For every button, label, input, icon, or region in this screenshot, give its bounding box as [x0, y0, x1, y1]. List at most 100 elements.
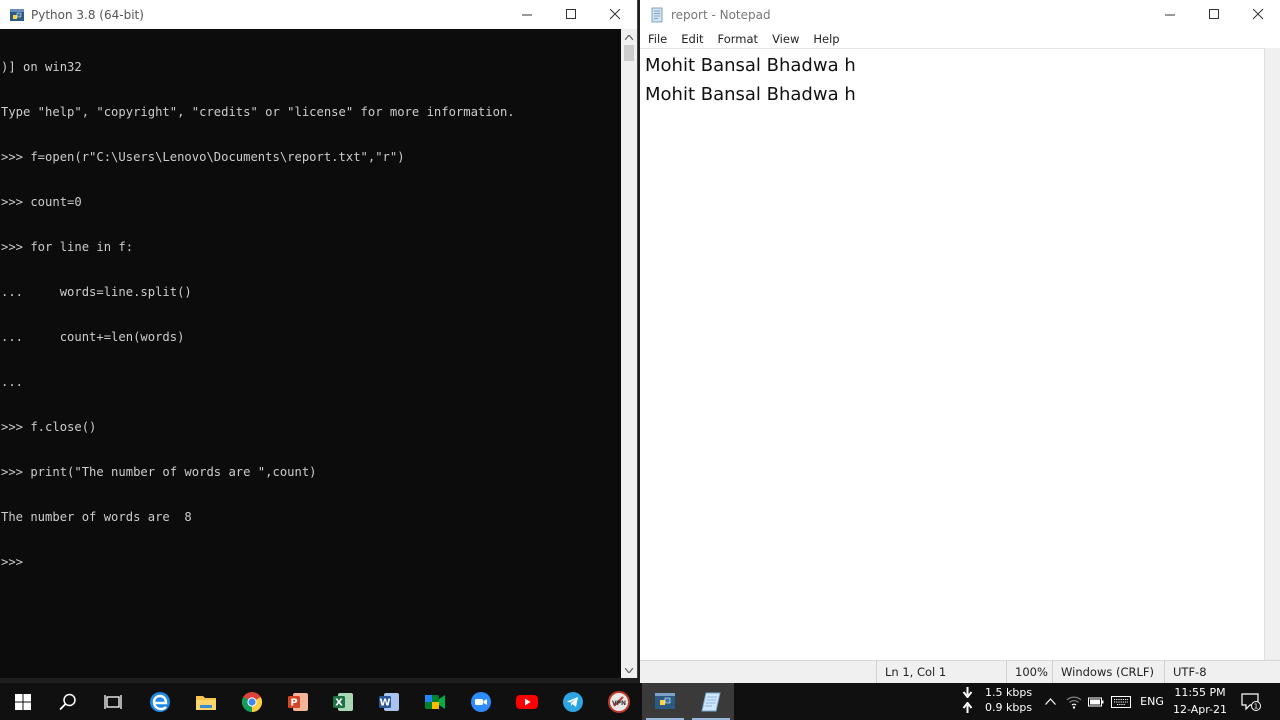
menu-edit[interactable]: Edit — [681, 32, 703, 46]
chrome-icon — [241, 691, 263, 712]
text-line: Mohit Bansal Bhadwa h — [645, 84, 856, 105]
notepad-icon — [701, 692, 721, 711]
console-scrollbar[interactable] — [621, 29, 637, 678]
vpn-button[interactable]: VPN — [596, 683, 642, 720]
youtube-button[interactable] — [504, 683, 550, 720]
minimize-button[interactable] — [505, 0, 549, 29]
powerpoint-button[interactable]: P — [275, 683, 321, 720]
upload-arrow-icon — [962, 702, 973, 713]
action-center-button[interactable]: 1 — [1234, 683, 1268, 720]
console-line: ... words=line.split() — [1, 285, 192, 299]
notification-count: 1 — [1254, 702, 1258, 710]
console-line: >>> print("The number of words are ",cou… — [1, 465, 317, 479]
console-scroll-thumb[interactable] — [624, 45, 634, 61]
console-line: >>> — [1, 555, 24, 569]
python-app-icon — [10, 8, 24, 21]
python-console-window[interactable]: Python 3.8 (64-bit) )] on win32 Type "he… — [0, 0, 638, 678]
zoom-level: 100% — [1006, 661, 1052, 683]
notepad-menu-bar: File Edit Format View Help — [640, 29, 1280, 48]
telegram-button[interactable] — [550, 683, 596, 720]
minimize-icon — [521, 14, 532, 16]
svg-text:X: X — [335, 697, 343, 708]
console-line: The number of words are 8 — [1, 510, 192, 524]
notepad-status-bar: Ln 1, Col 1 100% Windows (CRLF) UTF-8 — [640, 660, 1280, 683]
taskbar: P X W VPN 1.5 kbps 0.9 kbps ENG 11:55 PM… — [0, 683, 1280, 720]
python-title-bar[interactable]: Python 3.8 (64-bit) — [0, 0, 637, 29]
word-button[interactable]: W — [366, 683, 412, 720]
python-taskbar-button[interactable] — [642, 683, 688, 720]
excel-button[interactable]: X — [320, 683, 366, 720]
maximize-icon — [1208, 9, 1219, 19]
notepad-scrollbar[interactable] — [1264, 48, 1280, 660]
edge-icon — [150, 691, 170, 712]
maximize-button[interactable] — [1192, 0, 1236, 29]
notepad-app-icon — [651, 7, 663, 22]
network-speed-monitor[interactable]: 1.5 kbps 0.9 kbps — [960, 685, 1040, 718]
maximize-button[interactable] — [549, 0, 593, 29]
start-icon — [15, 693, 31, 710]
clock-date: 12-Apr-21 — [1172, 703, 1228, 716]
encoding: UTF-8 — [1164, 661, 1264, 683]
python-window-title: Python 3.8 (64-bit) — [31, 7, 144, 22]
battery-icon — [1088, 697, 1104, 706]
show-hidden-icons-button[interactable] — [1040, 683, 1060, 720]
battery-button[interactable] — [1086, 683, 1106, 720]
search-icon — [59, 693, 76, 710]
start-button[interactable] — [0, 683, 46, 720]
search-button[interactable] — [45, 683, 91, 720]
menu-format[interactable]: Format — [718, 32, 759, 46]
chrome-button[interactable] — [229, 683, 275, 720]
task-view-icon — [104, 694, 122, 709]
console-line: )] on win32 — [1, 60, 82, 74]
clock-time: 11:55 PM — [1174, 686, 1226, 699]
clock[interactable]: 11:55 PM 12-Apr-21 — [1168, 684, 1232, 719]
notepad-window[interactable]: report - Notepad File Edit Format View H… — [640, 0, 1280, 683]
console-line: ... count+=len(words) — [1, 330, 185, 344]
meet-icon — [425, 694, 445, 709]
file-explorer-button[interactable] — [183, 683, 229, 720]
close-icon — [1252, 9, 1263, 20]
excel-icon: X — [333, 692, 353, 711]
close-button[interactable] — [593, 0, 637, 29]
powerpoint-icon: P — [288, 692, 308, 711]
chevron-up-icon — [1044, 698, 1056, 705]
file-explorer-icon — [196, 695, 216, 710]
keyboard-icon — [1111, 695, 1131, 708]
input-language-button[interactable]: ENG — [1137, 683, 1167, 720]
cursor-position: Ln 1, Col 1 — [876, 661, 1006, 683]
wifi-icon — [1066, 696, 1082, 709]
menu-file[interactable]: File — [648, 32, 667, 46]
menu-view[interactable]: View — [772, 32, 799, 46]
scroll-up-arrow-icon[interactable] — [621, 29, 637, 45]
zoom-icon — [471, 691, 491, 712]
notepad-window-title: report - Notepad — [671, 7, 771, 22]
notepad-title-bar[interactable]: report - Notepad — [640, 0, 1280, 29]
touch-keyboard-button[interactable] — [1108, 683, 1134, 720]
notepad-text-area[interactable]: Mohit Bansal Bhadwa h Mohit Bansal Bhadw… — [640, 48, 1264, 660]
console-line: Type "help", "copyright", "credits" or "… — [1, 105, 515, 119]
telegram-icon — [563, 691, 583, 712]
word-icon: W — [379, 692, 399, 711]
svg-text:P: P — [290, 697, 297, 708]
scroll-down-arrow-icon[interactable] — [621, 662, 637, 678]
console-line: >>> count=0 — [1, 195, 82, 209]
zoom-button[interactable] — [458, 683, 504, 720]
download-speed: 1.5 kbps — [985, 686, 1033, 699]
meet-button[interactable] — [412, 683, 458, 720]
console-output[interactable]: )] on win32 Type "help", "copyright", "c… — [0, 29, 622, 678]
edge-button[interactable] — [137, 683, 183, 720]
download-arrow-icon — [962, 687, 973, 698]
minimize-button[interactable] — [1148, 0, 1192, 29]
console-line: >>> f=open(r"C:\Users\Lenovo\Documents\r… — [1, 150, 405, 164]
maximize-icon — [565, 9, 576, 19]
python-icon — [655, 692, 675, 709]
svg-text:VPN: VPN — [612, 700, 626, 707]
vpn-icon: VPN — [608, 690, 630, 713]
close-button[interactable] — [1236, 0, 1280, 29]
task-view-button[interactable] — [90, 683, 136, 720]
menu-help[interactable]: Help — [813, 32, 839, 46]
network-button[interactable] — [1062, 683, 1086, 720]
youtube-icon — [516, 694, 538, 709]
minimize-icon — [1164, 14, 1175, 16]
notepad-taskbar-button[interactable] — [688, 683, 734, 720]
